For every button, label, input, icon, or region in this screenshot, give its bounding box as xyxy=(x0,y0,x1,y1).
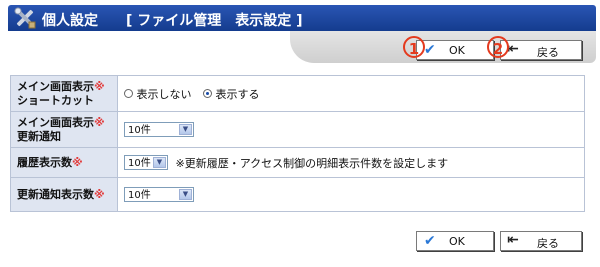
setting-value: 10件 ▼ xyxy=(117,177,585,212)
ok-button-top[interactable]: ✔ OK xyxy=(416,40,494,60)
back-label: 戻る xyxy=(537,46,559,59)
radio-hide[interactable] xyxy=(124,89,133,98)
ok-label: OK xyxy=(449,44,465,57)
annotation-badge-1: 1 xyxy=(403,36,425,58)
radio-hide-label: 表示しない xyxy=(136,87,192,101)
setting-row-shortcut: メイン画面表示※ ショートカット 表示しない 表示する xyxy=(10,75,585,112)
chevron-down-icon: ▼ xyxy=(179,189,192,200)
radio-show-label: 表示する xyxy=(215,87,260,101)
label-line: 履歴表示数 xyxy=(17,155,72,169)
setting-row-history-count: 履歴表示数※ 10件 ▼ ※更新履歴・アクセス制御の明細表示件数を設定します xyxy=(10,147,585,178)
label-line: 更新通知表示数 xyxy=(17,187,94,201)
required-mark: ※ xyxy=(72,155,83,169)
chevron-down-icon: ▼ xyxy=(179,124,192,135)
label-line: ショートカット xyxy=(17,93,94,107)
history-note: ※更新履歴・アクセス制御の明細表示件数を設定します xyxy=(175,156,449,170)
title-bar: 個人設定 [ ファイル管理 表示設定 ] xyxy=(8,5,596,31)
back-button-top[interactable]: ⇤ 戻る xyxy=(500,40,582,60)
update-notice-select[interactable]: 10件 ▼ xyxy=(124,122,194,137)
label-line: メイン画面表示 xyxy=(17,115,94,129)
select-value: 10件 xyxy=(128,125,151,136)
setting-label: 履歴表示数※ xyxy=(10,147,118,178)
required-mark: ※ xyxy=(94,79,105,93)
page-subtitle: [ ファイル管理 表示設定 ] xyxy=(126,13,303,29)
label-line: メイン画面表示 xyxy=(17,79,94,93)
back-button-bottom[interactable]: ⇤ 戻る xyxy=(500,231,582,251)
check-icon: ✔ xyxy=(424,233,436,249)
setting-value: 10件 ▼ ※更新履歴・アクセス制御の明細表示件数を設定します xyxy=(117,147,585,178)
setting-row-update-notice: メイン画面表示※ 更新通知 10件 ▼ xyxy=(10,111,585,148)
page-title: 個人設定 xyxy=(42,13,98,29)
chevron-down-icon: ▼ xyxy=(153,157,166,168)
radio-show[interactable] xyxy=(203,89,212,98)
history-count-select[interactable]: 10件 ▼ xyxy=(124,155,168,170)
setting-value: 10件 ▼ xyxy=(117,111,585,148)
select-value: 10件 xyxy=(128,158,151,169)
setting-row-notice-count: 更新通知表示数※ 10件 ▼ xyxy=(10,177,585,212)
setting-label: 更新通知表示数※ xyxy=(10,177,118,212)
select-value: 10件 xyxy=(128,190,151,201)
label-line: 更新通知 xyxy=(17,129,61,143)
settings-table: メイン画面表示※ ショートカット 表示しない 表示する メイン画面表示※ 更新通… xyxy=(10,75,585,212)
notice-count-select[interactable]: 10件 ▼ xyxy=(124,187,194,202)
back-label: 戻る xyxy=(537,237,559,250)
required-mark: ※ xyxy=(94,115,105,129)
back-arrow-icon: ⇤ xyxy=(507,232,519,248)
setting-value: 表示しない 表示する xyxy=(117,75,585,112)
required-mark: ※ xyxy=(94,187,105,201)
annotation-badge-2: 2 xyxy=(487,36,509,58)
setting-label: メイン画面表示※ 更新通知 xyxy=(10,111,118,148)
tools-icon xyxy=(14,7,36,29)
check-icon: ✔ xyxy=(424,42,436,58)
setting-label: メイン画面表示※ ショートカット xyxy=(10,75,118,112)
ok-label: OK xyxy=(449,235,465,248)
ok-button-bottom[interactable]: ✔ OK xyxy=(416,231,494,251)
